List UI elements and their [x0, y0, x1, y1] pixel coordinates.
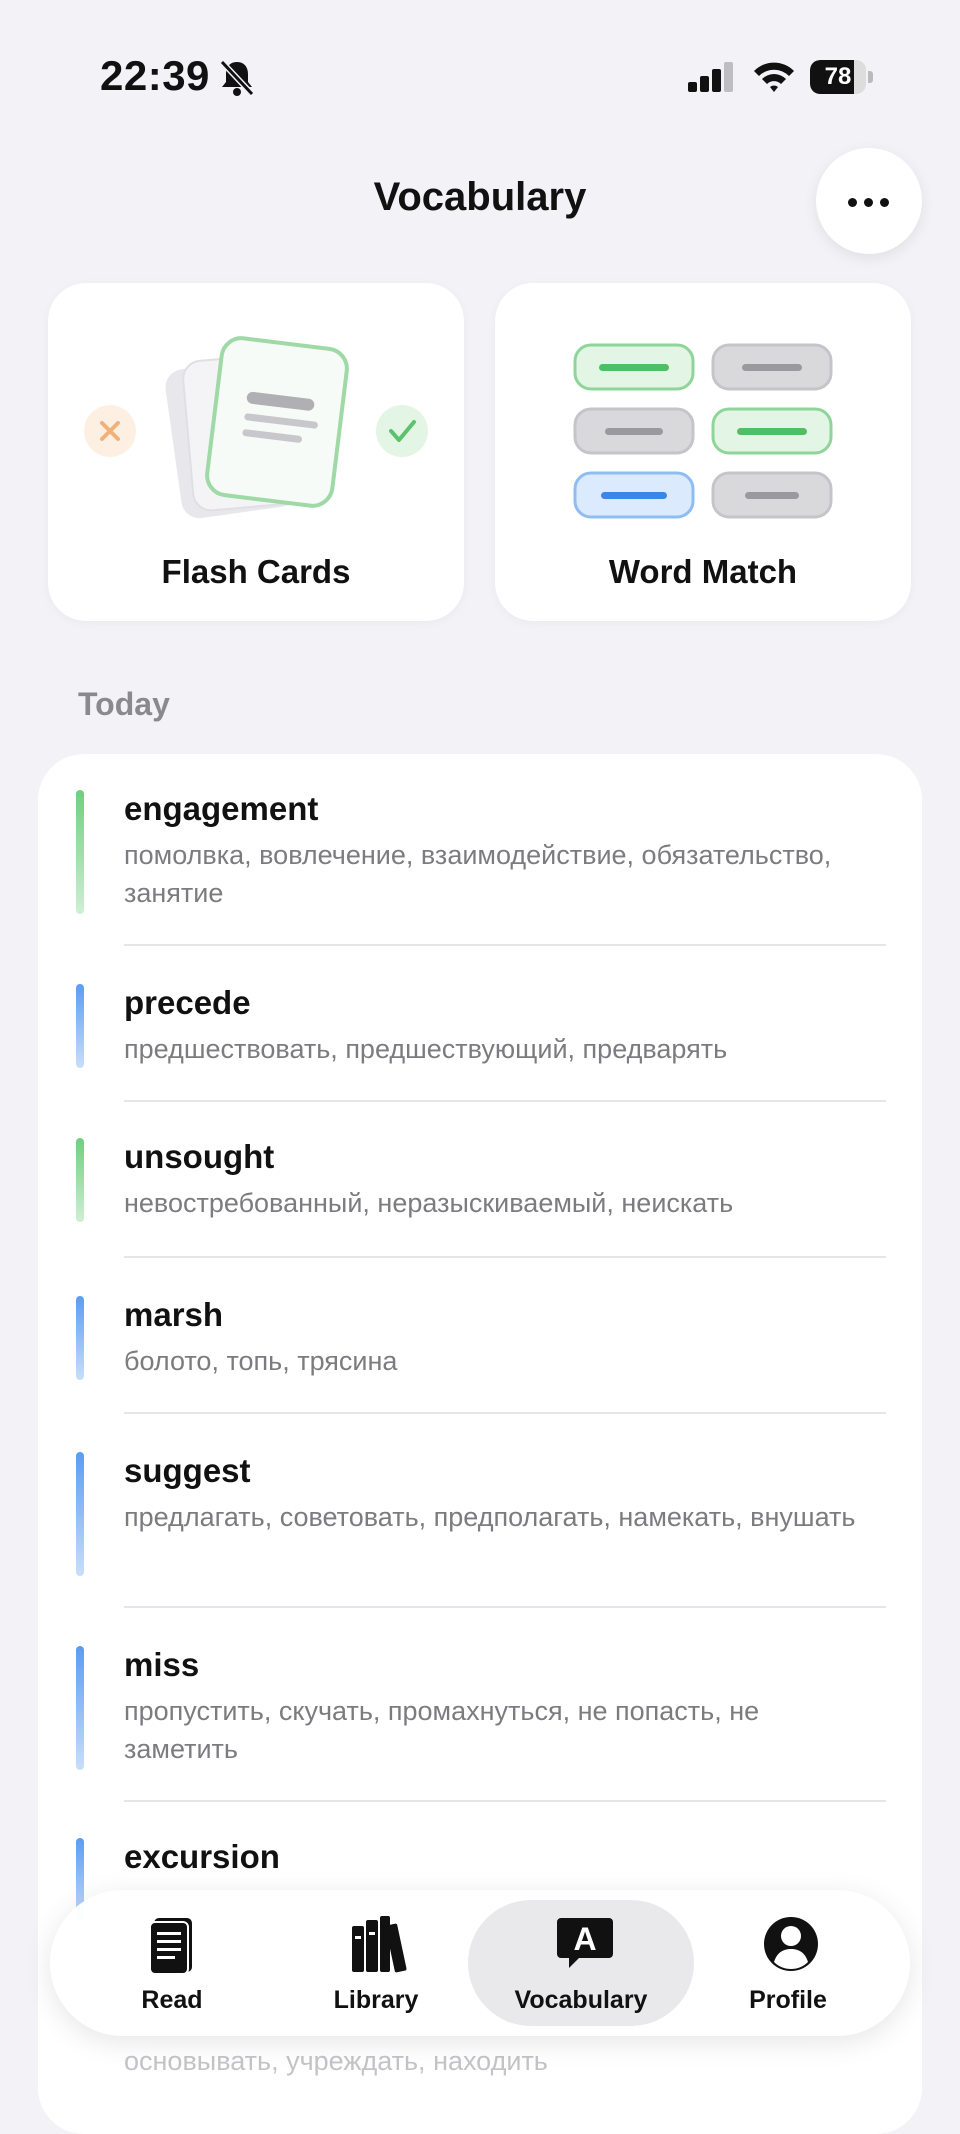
- word-accent-bar: [76, 1452, 84, 1576]
- tab-profile[interactable]: Profile: [688, 1890, 888, 2036]
- battery-percent: 78: [824, 63, 852, 90]
- word-row[interactable]: suggest предлагать, советовать, предпола…: [38, 1414, 922, 1608]
- book-read-icon: [149, 1918, 192, 1975]
- word-text: excursion: [124, 1838, 280, 1875]
- word-translation-peek: основывать, учреждать, находить: [124, 2046, 548, 2076]
- library-books-icon: [352, 1916, 407, 1973]
- wifi-icon: [754, 62, 794, 92]
- word-row[interactable]: precede предшествовать, предшествующий, …: [38, 946, 922, 1102]
- flash-cards-illustration: [84, 336, 428, 519]
- word-text: unsought: [124, 1138, 275, 1175]
- profile-person-icon: [764, 1917, 818, 1971]
- status-bar: 22:39 78: [0, 0, 960, 150]
- word-text: marsh: [124, 1296, 224, 1333]
- word-accent-bar: [76, 1138, 84, 1222]
- status-time: 22:39: [100, 52, 210, 99]
- tab-label: Profile: [749, 1986, 827, 2014]
- svg-text:A: A: [573, 1921, 596, 1957]
- tab-label: Vocabulary: [514, 1986, 648, 2014]
- word-row[interactable]: miss пропустить, скучать, промахнуться, …: [38, 1608, 922, 1802]
- tab-read[interactable]: Read: [72, 1890, 272, 2036]
- word-accent-bar: [76, 984, 84, 1068]
- word-translation: болото, топь, трясина: [124, 1346, 398, 1376]
- cellular-signal-icon: [688, 62, 733, 92]
- word-translation: невостребованный, неразыскиваемый, неиск…: [124, 1188, 734, 1218]
- tab-vocabulary[interactable]: A Vocabulary: [481, 1890, 681, 2036]
- more-dots-icon: [848, 198, 857, 207]
- word-translation: пропустить, скучать, промахнуться, не по…: [124, 1696, 760, 1764]
- word-match-label: Word Match: [608, 553, 798, 590]
- word-text: engagement: [124, 790, 319, 827]
- word-accent-bar: [76, 1296, 84, 1380]
- tab-label: Library: [333, 1986, 419, 2014]
- word-accent-bar: [76, 790, 84, 914]
- more-options-button[interactable]: [816, 148, 922, 254]
- word-text: miss: [124, 1646, 200, 1683]
- word-translation: предшествовать, предшествующий, предваря…: [124, 1034, 728, 1064]
- word-row[interactable]: unsought невостребованный, неразыскиваем…: [38, 1102, 922, 1258]
- vocabulary-speech-icon: A: [557, 1918, 613, 1968]
- word-translation: помолвка, вовлечение, взаимодействие, об…: [124, 840, 832, 908]
- word-text: precede: [124, 984, 251, 1021]
- tab-label: Read: [141, 1986, 203, 2014]
- section-today-label: Today: [78, 686, 170, 722]
- word-row[interactable]: marsh болото, топь, трясина: [38, 1258, 922, 1414]
- word-row[interactable]: engagement помолвка, вовлечение, взаимод…: [38, 754, 922, 946]
- word-text: suggest: [124, 1452, 251, 1489]
- word-accent-bar: [76, 1646, 84, 1770]
- tab-bar: Read Library A Vocabulary Profile: [50, 1890, 910, 2036]
- battery-indicator: 78: [810, 60, 874, 94]
- bell-muted-icon: [219, 59, 255, 97]
- flash-cards-card[interactable]: Flash Cards: [48, 283, 464, 621]
- tab-library[interactable]: Library: [276, 1890, 476, 2036]
- word-match-illustration: [573, 343, 833, 519]
- word-translation: предлагать, советовать, предполагать, на…: [124, 1502, 856, 1532]
- flash-cards-label: Flash Cards: [161, 553, 351, 590]
- word-match-card[interactable]: Word Match: [495, 283, 911, 621]
